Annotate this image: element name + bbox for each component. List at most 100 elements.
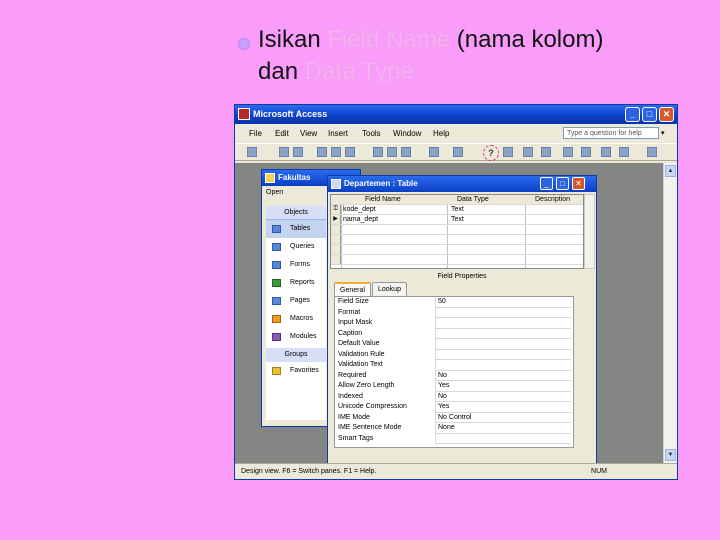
property-value-field[interactable] bbox=[435, 349, 571, 360]
db-item-macros[interactable]: Macros bbox=[266, 310, 326, 328]
table-minimize-button[interactable]: _ bbox=[540, 177, 553, 190]
db-item-tables[interactable]: Tables bbox=[266, 220, 326, 238]
data-type-cell[interactable]: Text bbox=[451, 205, 464, 214]
paste-icon[interactable] bbox=[401, 147, 411, 157]
property-value-field[interactable] bbox=[435, 318, 571, 329]
table-row[interactable]: ▶ nama_dept Text bbox=[331, 215, 583, 225]
property-value-field[interactable]: None bbox=[435, 423, 571, 434]
cut-icon[interactable] bbox=[373, 147, 383, 157]
grid-scrollbar[interactable] bbox=[584, 194, 595, 269]
table-close-button[interactable]: ✕ bbox=[572, 177, 585, 190]
redo-icon[interactable] bbox=[453, 147, 463, 157]
menu-tools[interactable]: Tools bbox=[362, 129, 381, 138]
row-selector[interactable] bbox=[331, 245, 341, 254]
db-item-pages[interactable]: Pages bbox=[266, 292, 326, 310]
property-row[interactable]: Smart Tags bbox=[335, 433, 573, 444]
tab-general[interactable]: General bbox=[334, 282, 371, 296]
table-maximize-button[interactable]: □ bbox=[556, 177, 569, 190]
help-icon[interactable] bbox=[647, 147, 657, 157]
property-label: IME Mode bbox=[338, 413, 370, 421]
property-row[interactable]: Unicode Compression Yes bbox=[335, 402, 573, 413]
property-row[interactable]: Indexed No bbox=[335, 391, 573, 402]
property-value-field[interactable]: Yes bbox=[435, 402, 571, 413]
property-value-field[interactable] bbox=[435, 360, 571, 371]
scroll-down-icon[interactable]: ▼ bbox=[665, 449, 676, 461]
property-value-field[interactable] bbox=[435, 433, 571, 444]
db-item-reports[interactable]: Reports bbox=[266, 274, 326, 292]
property-value-field[interactable]: No Control bbox=[435, 412, 571, 423]
table-row[interactable] bbox=[331, 235, 583, 245]
table-row[interactable] bbox=[331, 245, 583, 255]
property-value-field[interactable]: No bbox=[435, 391, 571, 402]
new-object-icon[interactable] bbox=[619, 147, 629, 157]
db-open-button[interactable]: Open bbox=[266, 189, 283, 196]
menu-insert[interactable]: Insert bbox=[328, 129, 348, 138]
property-value-field[interactable] bbox=[435, 339, 571, 350]
table-row[interactable] bbox=[331, 225, 583, 235]
row-selector[interactable] bbox=[331, 225, 341, 234]
preview-icon[interactable] bbox=[331, 147, 341, 157]
app-title: Microsoft Access bbox=[253, 109, 328, 119]
undo-icon[interactable] bbox=[429, 147, 439, 157]
property-value-field[interactable]: 50 bbox=[435, 297, 571, 308]
close-button[interactable]: ✕ bbox=[659, 107, 674, 122]
menu-file[interactable]: File bbox=[249, 129, 262, 138]
db-item-forms[interactable]: Forms bbox=[266, 256, 326, 274]
search-icon[interactable] bbox=[293, 147, 303, 157]
properties-icon[interactable] bbox=[563, 147, 573, 157]
access-app-icon bbox=[238, 108, 250, 120]
line1-end-text: (nama kolom) bbox=[450, 26, 604, 53]
save-icon[interactable] bbox=[279, 147, 289, 157]
property-label: Input Mask bbox=[338, 319, 373, 326]
property-row[interactable]: IME Mode No Control bbox=[335, 412, 573, 423]
property-row[interactable]: Required No bbox=[335, 370, 573, 381]
menu-help[interactable]: Help bbox=[433, 129, 449, 138]
scroll-up-icon[interactable]: ▲ bbox=[665, 165, 676, 177]
property-row[interactable]: Default Value bbox=[335, 339, 573, 350]
help-dropdown-icon[interactable]: ▾ bbox=[661, 129, 665, 137]
tab-lookup[interactable]: Lookup bbox=[372, 282, 407, 296]
field-name-cell[interactable]: kode_dept bbox=[343, 205, 376, 214]
copy-icon[interactable] bbox=[387, 147, 397, 157]
insert-rows-icon[interactable] bbox=[523, 147, 533, 157]
property-row[interactable]: Field Size 50 bbox=[335, 297, 573, 308]
table-row[interactable]: ⚿ kode_dept Text bbox=[331, 205, 583, 215]
pages-icon bbox=[272, 297, 281, 305]
menu-edit[interactable]: Edit bbox=[275, 129, 289, 138]
property-row[interactable]: Input Mask bbox=[335, 318, 573, 329]
property-value-field[interactable] bbox=[435, 328, 571, 339]
data-type-cell[interactable]: Text bbox=[451, 215, 464, 224]
db-item-label: Favorites bbox=[290, 367, 319, 374]
db-item-modules[interactable]: Modules bbox=[266, 328, 326, 346]
delete-rows-icon[interactable] bbox=[541, 147, 551, 157]
spelling-icon[interactable] bbox=[345, 147, 355, 157]
property-row[interactable]: Validation Text bbox=[335, 360, 573, 371]
property-row[interactable]: IME Sentence Mode None bbox=[335, 423, 573, 434]
build-icon[interactable] bbox=[581, 147, 591, 157]
maximize-button[interactable]: □ bbox=[642, 107, 657, 122]
property-value-field[interactable]: Yes bbox=[435, 381, 571, 392]
database-window-icon[interactable] bbox=[601, 147, 611, 157]
property-value-field[interactable] bbox=[435, 307, 571, 318]
menu-window[interactable]: Window bbox=[393, 129, 421, 138]
print-icon[interactable] bbox=[317, 147, 327, 157]
primary-key-icon[interactable]: ? bbox=[483, 145, 499, 161]
field-name-cell[interactable]: nama_dept bbox=[343, 215, 378, 224]
property-row[interactable]: Allow Zero Length Yes bbox=[335, 381, 573, 392]
menu-view[interactable]: View bbox=[300, 129, 317, 138]
db-item-queries[interactable]: Queries bbox=[266, 238, 326, 256]
row-selector[interactable] bbox=[331, 235, 341, 244]
property-row[interactable]: Caption bbox=[335, 328, 573, 339]
db-item-label: Macros bbox=[290, 315, 313, 322]
indexes-icon[interactable] bbox=[503, 147, 513, 157]
property-row[interactable]: Format bbox=[335, 307, 573, 318]
minimize-button[interactable]: _ bbox=[625, 107, 640, 122]
row-selector[interactable] bbox=[331, 255, 341, 264]
view-icon[interactable] bbox=[247, 147, 257, 157]
vertical-scrollbar[interactable]: ▲ ▼ bbox=[663, 163, 677, 463]
property-row[interactable]: Validation Rule bbox=[335, 349, 573, 360]
table-row[interactable] bbox=[331, 255, 583, 265]
db-item-favorites[interactable]: Favorites bbox=[266, 362, 326, 380]
help-search-input[interactable]: Type a question for help bbox=[563, 127, 659, 139]
property-value-field[interactable]: No bbox=[435, 370, 571, 381]
